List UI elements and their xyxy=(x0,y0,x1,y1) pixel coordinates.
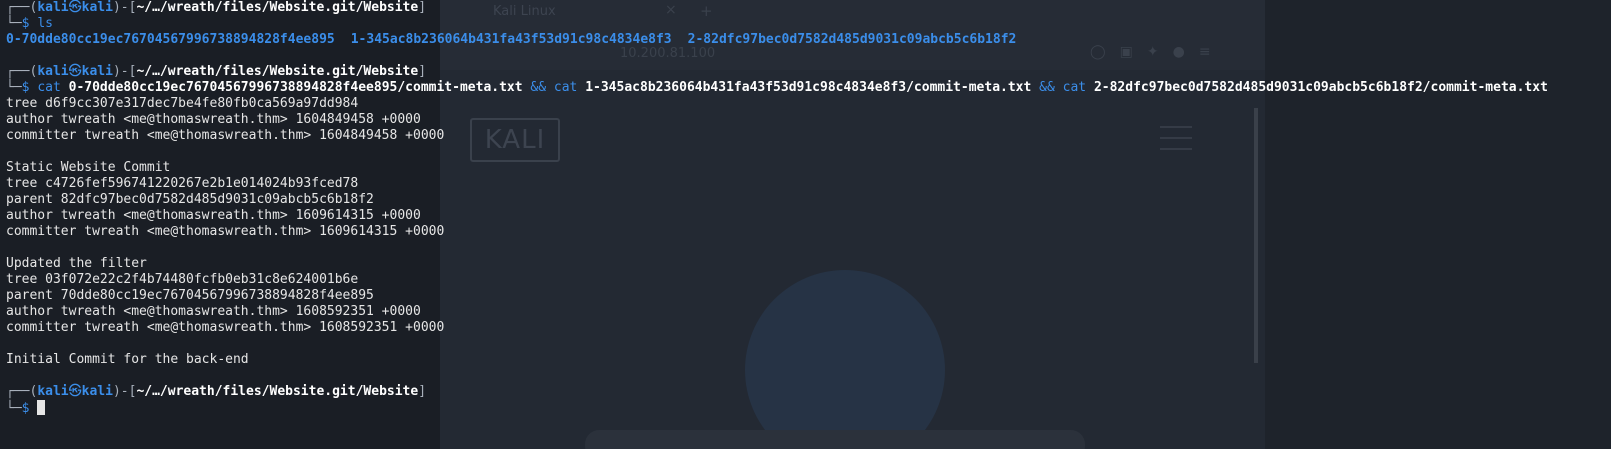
screen: Kali Linux × + 10.200.81.100 ◯▣✦●≡ KALI … xyxy=(0,0,1611,449)
output-line: Static Website Commit xyxy=(6,160,171,175)
prompt-corner-bottom: └─ xyxy=(6,16,22,31)
and-operator: && xyxy=(530,80,547,95)
prompt-at-symbol: ㉿ xyxy=(68,64,82,79)
output-line: tree d6f9cc307e317dec7be4fe80fb0ca569a97… xyxy=(6,96,359,111)
prompt-host: kali xyxy=(81,384,113,399)
prompt-mid: )-[ xyxy=(112,0,137,15)
cat-argument: 2-82dfc97bec0d7582d485d9031c09abcb5c6b18… xyxy=(1093,80,1548,95)
prompt-corner-bottom: └─ xyxy=(6,80,22,95)
command-ls: ls xyxy=(37,16,53,31)
output-line: author twreath <me@thomaswreath.thm> 160… xyxy=(6,304,421,319)
output-line: parent 70dde80cc19ec76704567996738894828… xyxy=(6,288,374,303)
output-line: tree 03f072e22c2f4b74480fcfb0eb31c8e6240… xyxy=(6,272,359,287)
prompt-corner-top: ┌──( xyxy=(6,64,38,79)
prompt-line: ┌──(kali㉿kali)-[~/…/wreath/files/Website… xyxy=(6,64,426,80)
prompt-dollar: $ xyxy=(21,80,30,95)
output-line: tree c4726fef596741220267e2b1e014024b93f… xyxy=(6,176,359,191)
prompt-path: ~/…/wreath/files/Website.git/Website xyxy=(136,384,419,399)
output-line: committer twreath <me@thomaswreath.thm> … xyxy=(6,320,445,335)
prompt-corner-top: ┌──( xyxy=(6,0,38,15)
ls-entry[interactable]: 1-345ac8b236064b431fa43f53d91c98c4834e8f… xyxy=(351,32,672,47)
output-line: Updated the filter xyxy=(6,256,147,271)
prompt-user: kali xyxy=(37,384,69,399)
prompt-mid: )-[ xyxy=(112,64,137,79)
command-line-input[interactable]: └─$ xyxy=(6,400,46,416)
cat-argument: 0-70dde80cc19ec76704567996738894828f4ee8… xyxy=(68,80,523,95)
output-line: author twreath <me@thomaswreath.thm> 160… xyxy=(6,208,421,223)
ls-entry[interactable]: 0-70dde80cc19ec76704567996738894828f4ee8… xyxy=(6,32,335,47)
ls-entry[interactable]: 2-82dfc97bec0d7582d485d9031c09abcb5c6b18… xyxy=(688,32,1017,47)
command-cat: cat xyxy=(37,80,61,95)
prompt-at-symbol: ㉿ xyxy=(68,384,82,399)
prompt-dollar: $ xyxy=(21,16,30,31)
command-line-ls: └─$ ls xyxy=(6,16,53,32)
prompt-close: ] xyxy=(418,64,427,79)
prompt-user: kali xyxy=(37,0,69,15)
prompt-path: ~/…/wreath/files/Website.git/Website xyxy=(136,0,419,15)
prompt-host: kali xyxy=(81,0,113,15)
command-cat: cat xyxy=(1062,80,1087,95)
prompt-corner-bottom: └─ xyxy=(6,401,22,416)
prompt-at-symbol: ㉿ xyxy=(68,0,82,15)
output-line: committer twreath <me@thomaswreath.thm> … xyxy=(6,224,445,239)
prompt-dollar: $ xyxy=(21,401,30,416)
and-operator: && xyxy=(1039,80,1055,95)
cat-argument: 1-345ac8b236064b431fa43f53d91c98c4834e8f… xyxy=(585,80,1032,95)
command-line-cat: └─$ cat 0-70dde80cc19ec76704567996738894… xyxy=(6,80,1548,96)
prompt-line: ┌──(kali㉿kali)-[~/…/wreath/files/Website… xyxy=(6,384,426,400)
prompt-line: ┌──(kali㉿kali)-[~/…/wreath/files/Website… xyxy=(6,0,426,16)
prompt-user: kali xyxy=(37,64,69,79)
prompt-host: kali xyxy=(81,64,113,79)
ls-output-line: 0-70dde80cc19ec76704567996738894828f4ee8… xyxy=(6,32,1016,48)
output-line: parent 82dfc97bec0d7582d485d9031c09abcb5… xyxy=(6,192,374,207)
terminal-output[interactable]: ┌──(kali㉿kali)-[~/…/wreath/files/Website… xyxy=(0,0,1611,449)
output-line: author twreath <me@thomaswreath.thm> 160… xyxy=(6,112,421,127)
prompt-path: ~/…/wreath/files/Website.git/Website xyxy=(136,64,419,79)
output-line: committer twreath <me@thomaswreath.thm> … xyxy=(6,128,445,143)
prompt-mid: )-[ xyxy=(112,384,137,399)
prompt-close: ] xyxy=(418,384,427,399)
prompt-close: ] xyxy=(418,0,427,15)
output-line: Initial Commit for the back-end xyxy=(6,352,249,367)
command-cat: cat xyxy=(553,80,578,95)
text-cursor[interactable] xyxy=(37,400,46,415)
prompt-corner-top: ┌──( xyxy=(6,384,38,399)
